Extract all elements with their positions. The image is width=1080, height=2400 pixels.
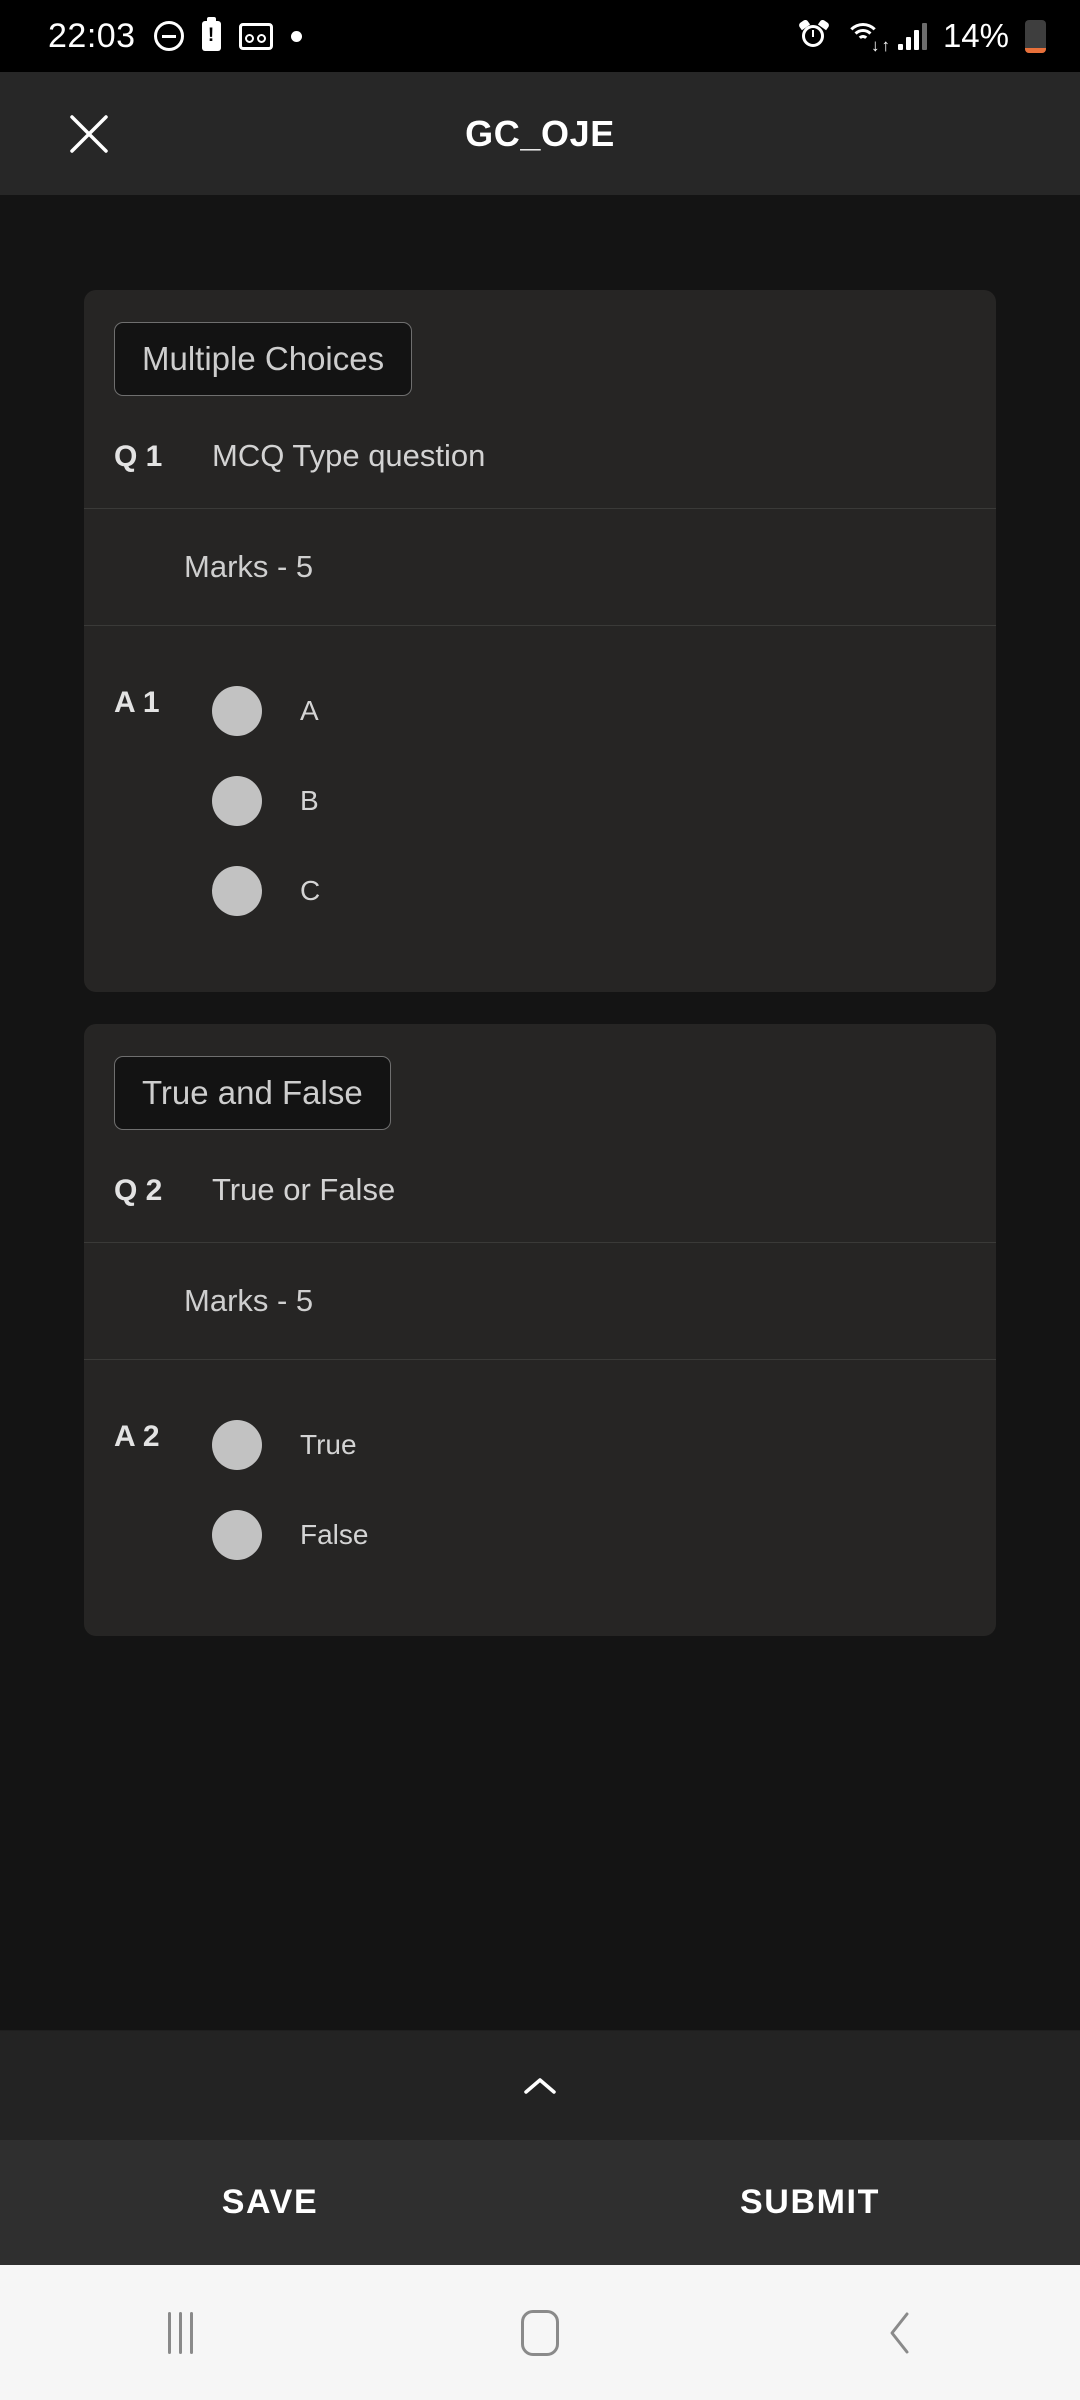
question-type-badge[interactable]: True and False xyxy=(114,1056,391,1130)
radio-button-icon[interactable] xyxy=(212,1420,262,1470)
answer-number: A 2 xyxy=(114,1420,160,1453)
alarm-icon xyxy=(797,18,831,50)
app-bar: GC_OJE xyxy=(0,72,1080,195)
option-label: B xyxy=(300,785,319,816)
page-title: GC_OJE xyxy=(465,112,615,154)
option-row[interactable]: C xyxy=(212,846,966,936)
answer-section: A 2 True False xyxy=(84,1360,996,1636)
question-text: True or False xyxy=(212,1172,396,1207)
do-not-disturb-icon xyxy=(153,21,184,51)
status-bar-left: 22:03 xyxy=(48,17,302,56)
option-row[interactable]: A xyxy=(212,666,966,756)
close-icon[interactable] xyxy=(58,103,120,165)
save-button[interactable]: SAVE xyxy=(0,2183,540,2222)
status-bar: 22:03 ↓↑ 14% xyxy=(0,0,1080,72)
status-bar-right: ↓ ↑ 14% xyxy=(797,17,1046,55)
battery-alert-icon xyxy=(201,17,221,51)
question-number: Q 2 xyxy=(114,1174,163,1207)
phone-screen: 22:03 ↓↑ 14% xyxy=(0,0,1080,2400)
question-list: Multiple Choices Q 1 MCQ Type question M… xyxy=(0,195,1080,2030)
option-label: False xyxy=(300,1519,369,1550)
option-row[interactable]: True xyxy=(212,1400,966,1490)
radio-button-icon[interactable] xyxy=(212,1510,262,1560)
signal-bars-icon xyxy=(897,22,927,50)
home-icon[interactable] xyxy=(360,2309,720,2356)
question-header: True and False Q 2 True or False xyxy=(84,1024,996,1242)
status-clock: 22:03 xyxy=(48,16,136,55)
question-text: MCQ Type question xyxy=(212,438,486,473)
radio-button-icon[interactable] xyxy=(212,686,262,736)
option-list: True False xyxy=(212,1400,966,1580)
answer-section: A 1 A B C xyxy=(84,626,996,992)
chevron-up-icon[interactable] xyxy=(523,2076,557,2096)
option-row[interactable]: B xyxy=(212,756,966,846)
battery-percent-label: 14% xyxy=(942,17,1009,54)
question-number: Q 1 xyxy=(114,440,163,473)
submit-button[interactable]: SUBMIT xyxy=(540,2183,1080,2222)
option-row[interactable]: False xyxy=(212,1490,966,1580)
option-label: C xyxy=(300,875,321,906)
voicemail-icon xyxy=(238,22,273,50)
question-card: Multiple Choices Q 1 MCQ Type question M… xyxy=(84,290,996,992)
marks-row: Marks - 5 xyxy=(84,509,996,625)
marks-label: Marks - 5 xyxy=(184,1283,314,1318)
wifi-icon: ↓ ↑ xyxy=(844,21,890,54)
option-list: A B C xyxy=(212,666,966,936)
question-header: Multiple Choices Q 1 MCQ Type question xyxy=(84,290,996,508)
dot-indicator-icon xyxy=(290,30,302,42)
answer-number: A 1 xyxy=(114,686,160,719)
question-card: True and False Q 2 True or False Marks -… xyxy=(84,1024,996,1636)
expand-panel[interactable] xyxy=(0,2030,1080,2140)
radio-button-icon[interactable] xyxy=(212,866,262,916)
android-nav-bar xyxy=(0,2265,1080,2400)
option-label: True xyxy=(300,1429,357,1460)
question-type-badge[interactable]: Multiple Choices xyxy=(114,322,413,396)
battery-icon xyxy=(1025,19,1046,53)
radio-button-icon[interactable] xyxy=(212,776,262,826)
back-icon[interactable] xyxy=(720,2310,1080,2356)
question-row: Q 2 True or False xyxy=(114,1172,966,1216)
marks-row: Marks - 5 xyxy=(84,1243,996,1359)
option-label: A xyxy=(300,695,319,726)
action-bar: SAVE SUBMIT xyxy=(0,2140,1080,2265)
question-row: Q 1 MCQ Type question xyxy=(114,438,966,482)
recents-icon[interactable] xyxy=(0,2311,360,2354)
marks-label: Marks - 5 xyxy=(184,549,314,584)
